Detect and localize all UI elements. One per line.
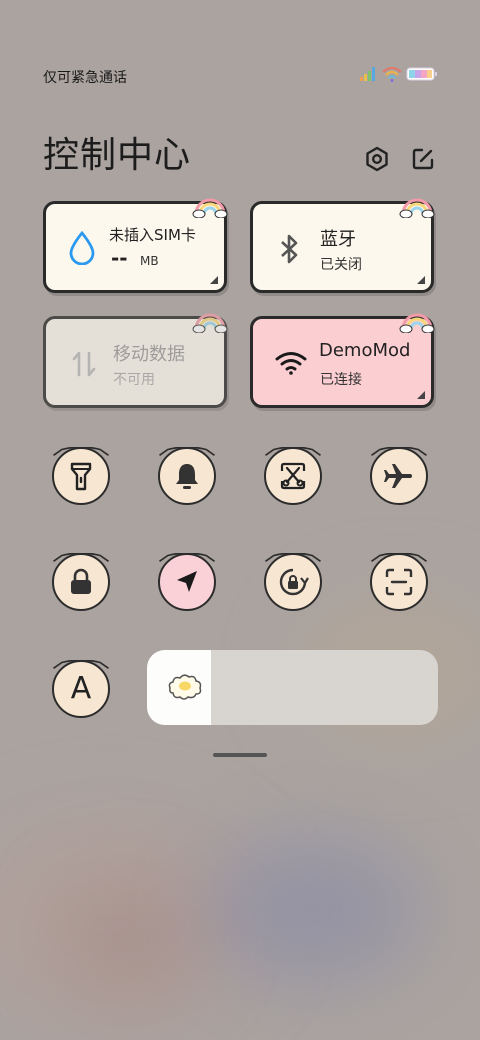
ear-decoration: [265, 553, 321, 563]
ear-decoration: [371, 553, 427, 563]
bluetooth-status: 已关闭: [320, 257, 362, 273]
data-arrows-icon: [72, 351, 96, 377]
font-toggle[interactable]: A: [52, 660, 110, 718]
rainbow-icon: [192, 313, 228, 333]
bell-icon: [176, 464, 198, 489]
ear-decoration: [371, 447, 427, 457]
font-icon: A: [70, 671, 92, 706]
wifi-card[interactable]: DemoMod 已连接: [250, 313, 435, 408]
status-icons: [360, 66, 438, 82]
water-drop-icon: [69, 231, 95, 265]
data-usage-card[interactable]: 未插入SIM卡 -- MB: [43, 198, 228, 293]
bluetooth-icon: [281, 234, 298, 264]
signal-icon: [360, 67, 375, 81]
settings-button[interactable]: [362, 144, 392, 174]
edit-button[interactable]: [408, 144, 438, 174]
wifi-icon: [382, 66, 402, 82]
rainbow-icon: [192, 198, 228, 218]
edit-icon: [412, 148, 434, 170]
page-title: 控制中心: [43, 135, 192, 176]
ear-decoration: [265, 447, 321, 457]
brightness-slider[interactable]: [147, 650, 438, 725]
lock-icon: [71, 568, 91, 594]
bluetooth-card[interactable]: 蓝牙 已关闭: [250, 198, 435, 293]
expand-corner-icon: [417, 276, 425, 284]
screenshot-icon: [280, 462, 306, 490]
drag-handle[interactable]: [213, 753, 267, 757]
rainbow-icon: [399, 198, 435, 218]
ear-decoration: [53, 447, 109, 457]
battery-icon: [406, 67, 437, 81]
data-usage-value: --: [111, 246, 128, 270]
airplane-icon: [384, 464, 412, 488]
location-icon: [177, 571, 197, 592]
flashlight-icon: [70, 462, 92, 491]
rainbow-icon: [399, 313, 435, 333]
expand-corner-icon: [210, 276, 218, 284]
bluetooth-title: 蓝牙: [320, 229, 356, 250]
scan-icon: [385, 568, 413, 596]
wifi-status: 已连接: [320, 372, 362, 388]
ear-decoration: [53, 553, 109, 563]
sim-status-text: 未插入SIM卡: [109, 226, 196, 244]
gear-icon: [366, 146, 388, 172]
status-emergency-text: 仅可紧急通话: [43, 70, 127, 86]
sun-icon: [168, 674, 202, 700]
wifi-network-name: DemoMod: [319, 340, 411, 361]
expand-corner-icon: [417, 391, 425, 399]
mobile-data-status: 不可用: [113, 372, 155, 388]
mobile-data-title: 移动数据: [113, 344, 185, 365]
ear-decoration: [159, 447, 215, 457]
rotation-lock-icon: [279, 568, 309, 596]
mobile-data-card[interactable]: 移动数据 不可用: [43, 313, 228, 408]
ear-decoration: [159, 553, 215, 563]
data-usage-unit: MB: [140, 254, 159, 268]
wifi-icon: [275, 352, 307, 375]
